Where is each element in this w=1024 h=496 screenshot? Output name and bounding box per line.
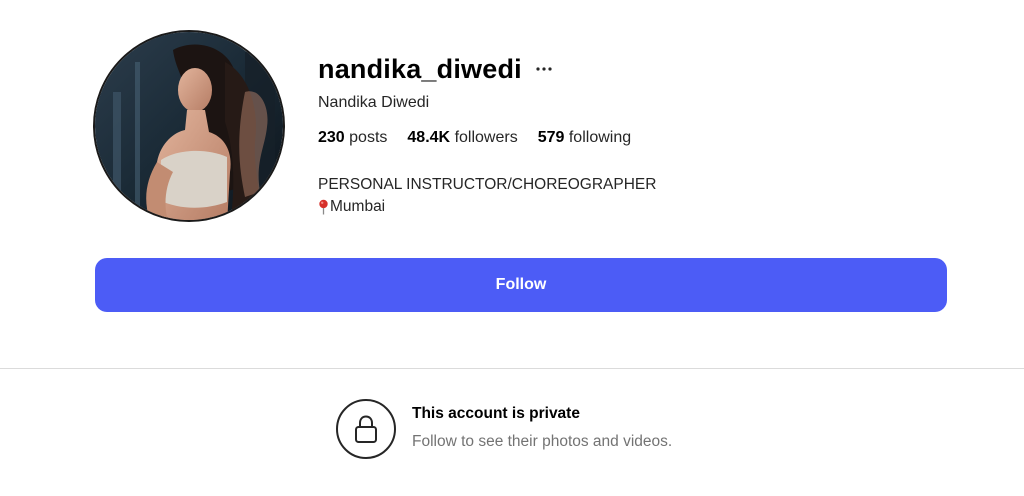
bio-location: Mumbai [318,196,656,218]
round-pushpin-icon [318,199,329,215]
location-text: Mumbai [330,198,386,215]
posts-label: posts [349,129,388,146]
private-text: This account is private Follow to see th… [412,405,673,451]
ellipsis-icon[interactable] [536,61,552,77]
private-title: This account is private [412,405,580,422]
divider [0,368,1024,369]
bio-line: PERSONAL INSTRUCTOR/CHOREOGRAPHER [318,176,657,193]
posts-count: 230 [318,129,345,146]
avatar[interactable] [93,30,285,222]
followers-label: followers [454,129,518,146]
posts-stat[interactable]: 230 posts [318,129,387,147]
followers-stat[interactable]: 48.4K followers [407,129,517,147]
profile-info: nandika_diwedi Nandika Diwedi 230 posts … [318,52,656,218]
private-subtitle: Follow to see their photos and videos. [412,433,673,450]
following-count: 579 [537,129,565,146]
private-account-notice: This account is private Follow to see th… [336,399,672,459]
followers-count: 48.4K [407,129,451,146]
full-name: Nandika Diwedi [318,94,430,111]
following-label: following [568,129,632,146]
follow-button[interactable]: Follow [95,258,947,312]
lock-icon [336,399,396,459]
bio: PERSONAL INSTRUCTOR/CHOREOGRAPHER Mumbai [318,174,656,218]
username: nandika_diwedi [318,53,522,84]
avatar-photo [95,32,283,220]
profile-stats: 230 posts 48.4K followers 579 following [318,129,656,147]
username-row: nandika_diwedi [318,52,656,86]
following-stat[interactable]: 579 following [538,129,631,147]
profile-page: nandika_diwedi Nandika Diwedi 230 posts … [0,0,1024,496]
